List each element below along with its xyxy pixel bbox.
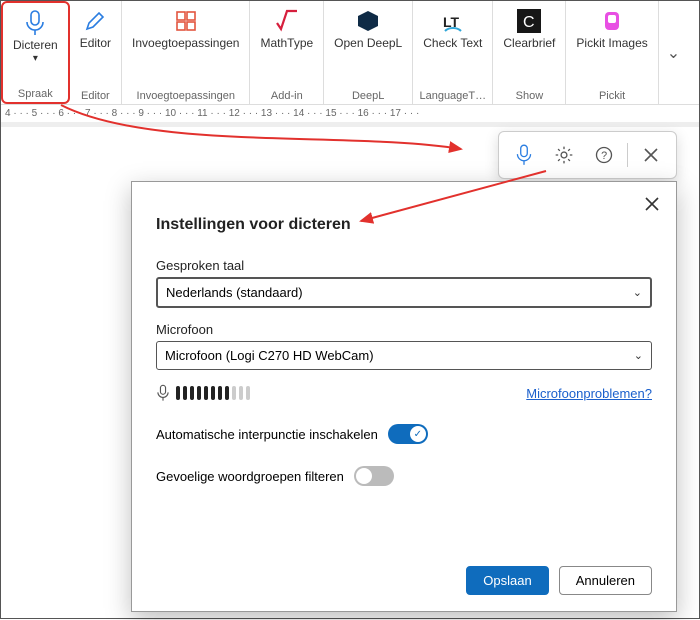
mic-level-meter: [156, 384, 250, 402]
close-icon: [645, 197, 659, 211]
mic-icon: [21, 9, 49, 37]
ribbon: Dicteren ▾ Spraak Editor Editor Invoegto…: [1, 1, 699, 105]
ribbon-group-addins: Invoegtoepassingen Invoegtoepassingen: [122, 1, 250, 104]
group-label-editor: Editor: [81, 90, 110, 102]
gear-icon: [554, 145, 574, 165]
grid-icon: [172, 7, 200, 35]
pickit-button[interactable]: Pickit Images: [572, 5, 651, 52]
clearbrief-label: Clearbrief: [503, 37, 555, 50]
microphone-value: Microfoon (Logi C270 HD WebCam): [165, 348, 374, 363]
clearbrief-icon: C: [515, 7, 543, 35]
dictation-close-button[interactable]: [632, 136, 670, 174]
chevron-down-icon: ▾: [33, 54, 38, 64]
sensitive-filter-toggle[interactable]: [354, 466, 394, 486]
editor-label: Editor: [80, 37, 111, 50]
dictation-toolbar: ?: [498, 131, 677, 179]
sqrt-icon: [273, 7, 301, 35]
group-label-deepl: DeepL: [352, 90, 384, 102]
pen-icon: [81, 7, 109, 35]
dicteren-label: Dicteren: [13, 39, 58, 52]
mic-problems-link[interactable]: Microfoonproblemen?: [526, 386, 652, 401]
dictation-mic-button[interactable]: [505, 136, 543, 174]
chevron-down-icon: ⌄: [634, 349, 643, 362]
mic-icon: [515, 144, 533, 166]
svg-text:?: ?: [601, 150, 607, 162]
checktext-button[interactable]: LT Check Text: [419, 5, 486, 52]
dialog-close-button[interactable]: [638, 190, 666, 218]
ruler-marks: 4 · · · 5 · · · 6 · · · 7 · · · 8 · · · …: [5, 108, 419, 119]
pickit-label: Pickit Images: [576, 37, 647, 50]
ribbon-group-deepl: Open DeepL DeepL: [324, 1, 413, 104]
lt-icon: LT: [439, 7, 467, 35]
spoken-language-label: Gesproken taal: [156, 258, 652, 273]
clearbrief-button[interactable]: C Clearbrief: [499, 5, 559, 52]
group-label-spraak: Spraak: [18, 88, 53, 100]
group-label-langtool: LanguageT…: [419, 90, 486, 102]
microphone-select[interactable]: Microfoon (Logi C270 HD WebCam) ⌄: [156, 341, 652, 370]
group-label-addins: Invoegtoepassingen: [137, 90, 235, 102]
invoegtoepassingen-button[interactable]: Invoegtoepassingen: [128, 5, 243, 52]
auto-punct-toggle[interactable]: ✓: [388, 424, 428, 444]
divider: [627, 143, 628, 167]
ribbon-group-pickit: Pickit Images Pickit: [566, 1, 658, 104]
invoegtoepassingen-label: Invoegtoepassingen: [132, 37, 239, 50]
mic-icon: [156, 384, 170, 402]
mathtype-label: MathType: [260, 37, 313, 50]
chevron-down-icon: ⌄: [633, 286, 642, 299]
ribbon-overflow-chevron[interactable]: ⌄: [659, 43, 688, 63]
ribbon-group-clearbrief: C Clearbrief Show: [493, 1, 566, 104]
dictation-settings-button[interactable]: [545, 136, 583, 174]
group-label-pickit: Pickit: [599, 90, 625, 102]
editor-button[interactable]: Editor: [76, 5, 115, 52]
microphone-label: Microfoon: [156, 322, 652, 337]
ribbon-group-editor: Editor Editor: [70, 1, 122, 104]
pickit-icon: [598, 7, 626, 35]
dicteren-button[interactable]: Dicteren ▾: [9, 7, 62, 66]
svg-text:C: C: [523, 14, 535, 31]
dictation-help-button[interactable]: ?: [585, 136, 623, 174]
ribbon-group-mathtype: MathType Add-in: [250, 1, 324, 104]
spoken-language-select[interactable]: Nederlands (standaard) ⌄: [156, 277, 652, 308]
help-icon: ?: [594, 145, 614, 165]
opendeepl-label: Open DeepL: [334, 37, 402, 50]
mathtype-button[interactable]: MathType: [256, 5, 317, 52]
opendeepl-button[interactable]: Open DeepL: [330, 5, 406, 52]
sensitive-filter-label: Gevoelige woordgroepen filteren: [156, 469, 344, 484]
dictation-settings-dialog: Instellingen voor dicteren Gesproken taa…: [131, 181, 677, 612]
deepl-icon: [354, 7, 382, 35]
group-label-mathtype: Add-in: [271, 90, 303, 102]
dialog-title: Instellingen voor dicteren: [156, 216, 652, 234]
close-icon: [644, 148, 658, 162]
auto-punct-label: Automatische interpunctie inschakelen: [156, 427, 378, 442]
ruler: 4 · · · 5 · · · 6 · · · 7 · · · 8 · · · …: [1, 105, 699, 123]
cancel-button[interactable]: Annuleren: [559, 566, 652, 595]
spoken-language-value: Nederlands (standaard): [166, 285, 303, 300]
ribbon-group-spraak: Dicteren ▾ Spraak: [1, 1, 70, 104]
save-button[interactable]: Opslaan: [466, 566, 548, 595]
ribbon-group-langtool: LT Check Text LanguageT…: [413, 1, 493, 104]
group-label-show: Show: [516, 90, 544, 102]
checktext-label: Check Text: [423, 37, 482, 50]
